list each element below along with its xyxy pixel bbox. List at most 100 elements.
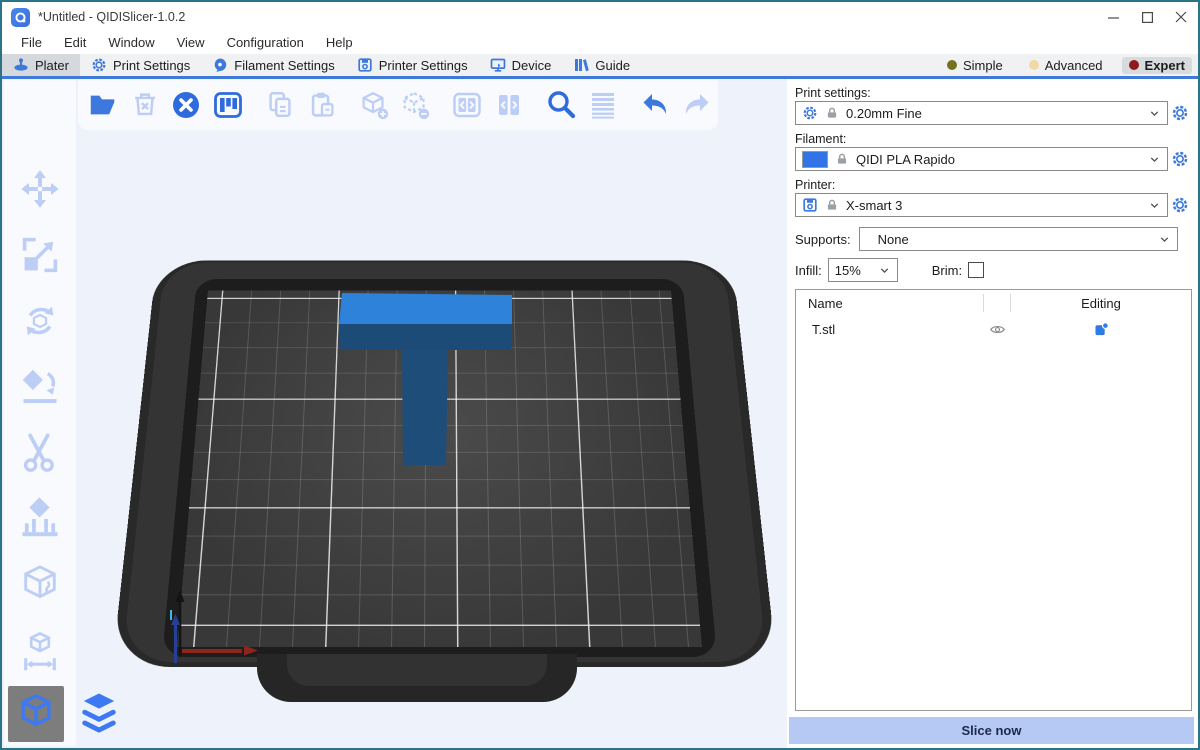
title-bar: *Untitled - QIDISlicer-1.0.2 <box>2 2 1198 32</box>
brim-checkbox[interactable] <box>968 262 984 278</box>
split-to-objects-button[interactable] <box>450 88 484 122</box>
copy-button[interactable] <box>263 88 297 122</box>
window-title: *Untitled - QIDISlicer-1.0.2 <box>38 10 185 24</box>
infill-value: 15% <box>835 263 861 278</box>
tab-printer-settings[interactable]: Printer Settings <box>346 54 479 76</box>
cut-button[interactable] <box>17 430 63 476</box>
object-list-row[interactable]: T.stl <box>796 316 1191 342</box>
editing-column-header: Editing <box>1011 296 1191 311</box>
menu-file[interactable]: File <box>10 32 53 54</box>
tab-label: Device <box>512 58 552 73</box>
object-settings-icon <box>1093 321 1110 338</box>
redo-button[interactable] <box>680 88 714 122</box>
maximize-button[interactable] <box>1130 2 1164 32</box>
delete-button[interactable] <box>128 88 162 122</box>
left-toolbar <box>4 80 76 674</box>
mode-advanced[interactable]: Advanced <box>1022 57 1110 74</box>
paste-button[interactable] <box>305 88 339 122</box>
move-button[interactable] <box>17 166 63 212</box>
guide-icon <box>573 57 589 73</box>
menu-window[interactable]: Window <box>97 32 165 54</box>
print-settings-value: 0.20mm Fine <box>846 106 922 121</box>
tab-label: Printer Settings <box>379 58 468 73</box>
chevron-down-icon <box>1148 153 1161 166</box>
object-settings-button[interactable] <box>1011 321 1191 338</box>
name-column-header: Name <box>796 296 983 311</box>
slice-now-button[interactable]: Slice now <box>789 717 1194 744</box>
filament-combo[interactable]: QIDI PLA Rapido <box>795 147 1168 171</box>
mode-selector: Simple Advanced Expert <box>940 54 1198 76</box>
menu-view[interactable]: View <box>166 32 216 54</box>
infill-label: Infill: <box>795 263 822 278</box>
print-settings-gear-button[interactable] <box>1168 104 1192 122</box>
split-to-parts-button[interactable] <box>492 88 526 122</box>
add-instance-button[interactable] <box>357 88 391 122</box>
object-list-header: Name Editing <box>796 290 1191 316</box>
gear-icon <box>802 105 818 121</box>
supports-combo[interactable]: None <box>859 227 1178 251</box>
printer-icon <box>802 197 818 213</box>
3d-viewport[interactable] <box>2 79 787 748</box>
lock-icon <box>835 152 849 166</box>
print-bed-handle <box>257 654 577 702</box>
filament-color-swatch <box>802 151 828 168</box>
menu-edit[interactable]: Edit <box>53 32 97 54</box>
app-logo-icon <box>11 8 30 27</box>
brim-label: Brim: <box>932 263 962 278</box>
visibility-toggle[interactable] <box>983 321 1011 338</box>
printer-combo[interactable]: X-smart 3 <box>795 193 1168 217</box>
mode-expert[interactable]: Expert <box>1122 57 1192 74</box>
supports-value: None <box>866 232 909 247</box>
close-button[interactable] <box>1164 2 1198 32</box>
supports-label: Supports: <box>795 232 851 247</box>
search-button[interactable] <box>544 88 578 122</box>
qidislicer-window: *Untitled - QIDISlicer-1.0.2 File Edit W… <box>0 0 1200 750</box>
seam-painting-button[interactable] <box>17 562 63 608</box>
eye-icon <box>989 321 1006 338</box>
tab-print-settings[interactable]: Print Settings <box>80 54 201 76</box>
printer-icon <box>357 57 373 73</box>
lock-icon <box>825 198 839 212</box>
menu-configuration[interactable]: Configuration <box>216 32 315 54</box>
right-settings-panel: Print settings: 0.20mm Fine Filament: QI… <box>787 79 1198 748</box>
remove-instance-button[interactable] <box>398 88 432 122</box>
printer-value: X-smart 3 <box>846 198 902 213</box>
menu-bar: File Edit Window View Configuration Help <box>2 32 1198 54</box>
layers-icon <box>74 689 124 739</box>
scale-button[interactable] <box>17 232 63 278</box>
preview-view-button[interactable] <box>71 686 127 742</box>
print-settings-combo[interactable]: 0.20mm Fine <box>795 101 1168 125</box>
undo-button[interactable] <box>638 88 672 122</box>
variable-layer-height-button[interactable] <box>586 88 620 122</box>
measure-button[interactable] <box>17 628 63 674</box>
paint-supports-button[interactable] <box>17 496 63 542</box>
arrange-button[interactable] <box>211 88 245 122</box>
rotate-button[interactable] <box>17 298 63 344</box>
open-button[interactable] <box>86 88 120 122</box>
view-mode-toggles <box>8 686 127 742</box>
infill-combo[interactable]: 15% <box>828 258 898 282</box>
3d-editor-view-button[interactable] <box>8 686 64 742</box>
menu-help[interactable]: Help <box>315 32 364 54</box>
place-on-face-button[interactable] <box>17 364 63 410</box>
minimize-button[interactable] <box>1096 2 1130 32</box>
delete-all-button[interactable] <box>169 88 203 122</box>
lock-icon <box>825 106 839 120</box>
tab-filament-settings[interactable]: Filament Settings <box>201 54 345 76</box>
print-settings-label: Print settings: <box>795 85 1192 101</box>
tab-device[interactable]: Device <box>479 54 563 76</box>
mode-simple[interactable]: Simple <box>940 57 1010 74</box>
tab-guide[interactable]: Guide <box>562 54 641 76</box>
top-toolbar <box>78 80 718 130</box>
filament-gear-button[interactable] <box>1168 150 1192 168</box>
filament-label: Filament: <box>795 131 1192 147</box>
gear-icon <box>91 57 107 73</box>
printer-label: Printer: <box>795 177 1192 193</box>
printer-gear-button[interactable] <box>1168 196 1192 214</box>
tab-label: Plater <box>35 58 69 73</box>
object-list: Name Editing T.stl <box>795 289 1192 711</box>
tab-plater[interactable]: Plater <box>2 54 80 76</box>
tab-bar: Plater Print Settings Filament Settings … <box>2 54 1198 79</box>
chevron-down-icon <box>1148 107 1161 120</box>
tab-label: Filament Settings <box>234 58 334 73</box>
